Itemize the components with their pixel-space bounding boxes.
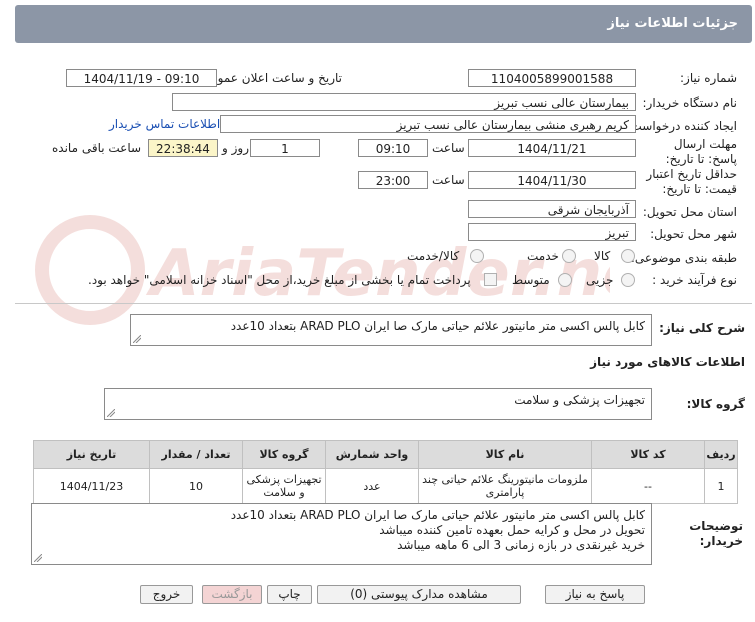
buyer-notes-line: خرید غیرنقدی در بازه زمانی 3 الی 6 ماهه … xyxy=(397,538,645,552)
treasury-checkbox[interactable] xyxy=(484,273,497,286)
need-number-field[interactable]: 1104005899001588 xyxy=(468,69,636,87)
need-number-label: شماره نیاز: xyxy=(680,71,737,85)
cell-qty: 10 xyxy=(149,468,243,504)
cell-code: -- xyxy=(591,468,705,504)
payment-note: پرداخت تمام یا بخشی از مبلغ خرید،از محل … xyxy=(88,273,471,287)
deadline-time-field[interactable]: 09:10 xyxy=(358,139,428,157)
col-unit: واحد شمارش xyxy=(325,440,419,469)
radio-goods[interactable] xyxy=(621,249,635,263)
cell-date: 1404/11/23 xyxy=(33,468,150,504)
radio-goods-service[interactable] xyxy=(470,249,484,263)
goods-group-field[interactable]: تجهیزات پزشکی و سلامت xyxy=(104,388,652,420)
resize-grip-icon[interactable] xyxy=(107,409,115,417)
buyer-notes-textarea[interactable]: کابل پالس اکسی متر مانیتور علائم حیاتی م… xyxy=(31,503,652,565)
creator-field[interactable]: کریم رهبری منشی بیمارستان عالی نسب تبریز xyxy=(220,115,636,133)
page-header: جزئیات اطلاعات نیاز xyxy=(15,5,752,43)
buyer-org-field[interactable]: بیمارستان عالی نسب تبریز xyxy=(172,93,636,111)
radio-medium[interactable] xyxy=(558,273,572,287)
goods-section-title: اطلاعات کالاهای مورد نیاز xyxy=(590,355,745,369)
cell-group: تجهیزات پزشکی و سلامت xyxy=(242,468,326,504)
goods-group-value: تجهیزات پزشکی و سلامت xyxy=(514,393,645,407)
buyer-notes-line: کابل پالس اکسی متر مانیتور علائم حیاتی م… xyxy=(230,508,645,522)
col-group: گروه کالا xyxy=(242,440,326,469)
radio-medium-label: متوسط xyxy=(512,273,550,287)
city-field[interactable]: تبریز xyxy=(468,223,636,241)
creator-label: ایجاد کننده درخواست: xyxy=(626,119,737,133)
back-button[interactable]: بازگشت xyxy=(202,585,262,604)
buyer-org-label: نام دستگاه خریدار: xyxy=(642,96,738,110)
deadline-label: مهلت ارسال پاسخ: تا تاریخ: xyxy=(665,137,737,166)
cell-unit: عدد xyxy=(325,468,419,504)
validity-time-field[interactable]: 23:00 xyxy=(358,171,428,189)
announce-date-label: تاریخ و ساعت اعلان عمومی: xyxy=(197,71,342,85)
process-label: نوع فرآیند خرید : xyxy=(652,273,737,287)
radio-service[interactable] xyxy=(562,249,576,263)
city-label: شهر محل تحویل: xyxy=(650,227,737,241)
reply-button[interactable]: پاسخ به نیاز xyxy=(545,585,645,604)
section-divider xyxy=(15,303,752,304)
validity-time-label: ساعت xyxy=(432,173,465,187)
print-button[interactable]: چاپ xyxy=(267,585,312,604)
buyer-notes-label: توضیحات خریدار: xyxy=(689,519,743,548)
exit-button[interactable]: خروج xyxy=(140,585,193,604)
summary-textarea[interactable]: کابل پالس اکسی متر مانیتور علائم حیاتی م… xyxy=(130,314,652,346)
announce-date-field[interactable]: 1404/11/19 - 09:10 xyxy=(66,69,217,87)
summary-text: کابل پالس اکسی متر مانیتور علائم حیاتی م… xyxy=(230,319,645,333)
col-row: ردیف xyxy=(704,440,738,469)
attachments-button[interactable]: مشاهده مدارک پیوستی (0) xyxy=(317,585,521,604)
radio-partial[interactable] xyxy=(621,273,635,287)
radio-service-label: خدمت xyxy=(527,249,559,263)
remaining-time-field: 22:38:44 xyxy=(148,139,218,157)
validity-date-field[interactable]: 1404/11/30 xyxy=(468,171,636,189)
table-row[interactable]: 1 -- ملزومات مانیتورینگ علائم حیاتی چند … xyxy=(33,468,738,504)
radio-partial-label: جزیی xyxy=(586,273,614,287)
cell-name: ملزومات مانیتورینگ علائم حیاتی چند پارام… xyxy=(418,468,592,504)
items-table: ردیف کد کالا نام کالا واحد شمارش گروه کا… xyxy=(33,440,738,504)
validity-label: حداقل تاریخ اعتبار قیمت: تا تاریخ: xyxy=(646,167,737,196)
days-label: روز و xyxy=(222,141,249,155)
cell-row: 1 xyxy=(704,468,738,504)
table-header-row: ردیف کد کالا نام کالا واحد شمارش گروه کا… xyxy=(33,440,738,469)
resize-grip-icon[interactable] xyxy=(34,554,42,562)
deadline-date-field[interactable]: 1404/11/21 xyxy=(468,139,636,157)
buyer-notes-line: تحویل در محل و کرایه حمل بعهده تامین کنن… xyxy=(379,523,645,537)
summary-label: شرح کلی نیاز: xyxy=(659,321,745,335)
province-label: استان محل تحویل: xyxy=(642,205,737,219)
category-label: طبقه بندی موضوعی: xyxy=(630,251,737,265)
radio-goods-label: کالا xyxy=(594,249,611,263)
resize-grip-icon[interactable] xyxy=(133,335,141,343)
col-name: نام کالا xyxy=(418,440,592,469)
radio-goods-service-label: کالا/خدمت xyxy=(407,249,460,263)
remaining-time-label: ساعت باقی مانده xyxy=(52,141,142,155)
buyer-contact-link[interactable]: اطلاعات تماس خریدار xyxy=(109,117,220,131)
province-field[interactable]: آذربایجان شرقی xyxy=(468,200,636,218)
goods-group-label: گروه کالا: xyxy=(686,397,745,411)
col-qty: تعداد / مقدار xyxy=(149,440,243,469)
days-field[interactable]: 1 xyxy=(250,139,320,157)
page-title: جزئیات اطلاعات نیاز xyxy=(607,16,738,31)
col-code: کد کالا xyxy=(591,440,705,469)
col-date: تاریخ نیاز xyxy=(33,440,150,469)
deadline-time-label: ساعت xyxy=(432,141,465,155)
